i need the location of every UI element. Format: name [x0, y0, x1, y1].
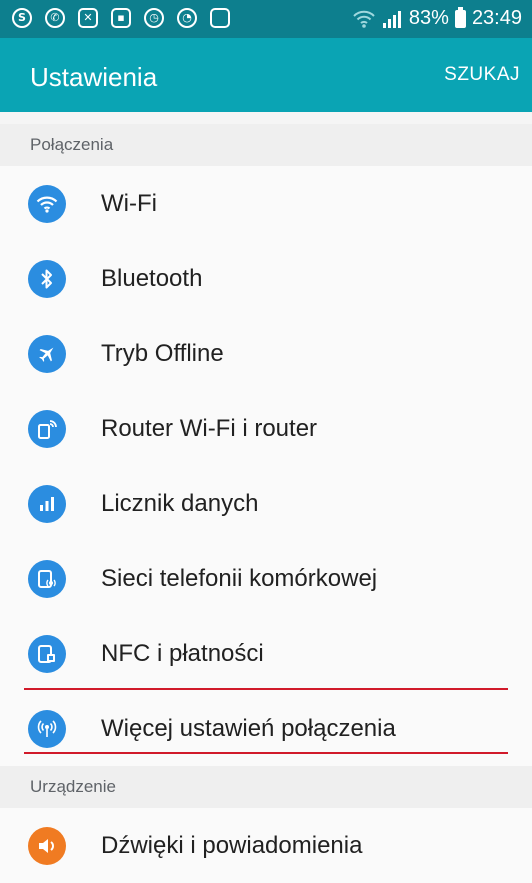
wifi-status-icon — [353, 10, 375, 28]
settings-item-label: Więcej ustawień połączenia — [101, 715, 396, 742]
settings-item-label: Licznik danych — [101, 490, 259, 517]
mobile-network-icon — [28, 560, 66, 598]
clipboard-icon — [210, 8, 230, 28]
sound-icon — [28, 827, 66, 865]
settings-item-wifi[interactable]: Wi-Fi — [0, 166, 532, 241]
settings-item-more-connections[interactable]: Więcej ustawień połączenia — [0, 688, 532, 766]
timer-icon: ◷ — [144, 8, 164, 28]
whatsapp-icon: ✆ — [45, 8, 65, 28]
battery-percent: 83% — [408, 7, 449, 29]
settings-item-bluetooth[interactable]: Bluetooth — [0, 241, 532, 316]
section-header-device: Urządzenie — [0, 766, 532, 808]
skype-icon: S — [12, 8, 32, 28]
highlight-line-top — [24, 688, 508, 690]
hotspot-icon — [28, 410, 66, 448]
search-button[interactable]: SZUKAJ — [444, 64, 520, 86]
page-title: Ustawienia — [30, 62, 158, 92]
settings-item-label: Dźwięki i powiadomienia — [101, 832, 363, 859]
alarm-icon: ◔ — [177, 8, 197, 28]
gallery-icon: ▪ — [111, 8, 131, 28]
settings-item-label: Bluetooth — [101, 265, 203, 292]
data-usage-icon — [28, 485, 66, 523]
app-bar: Ustawienia SZUKAJ — [0, 38, 532, 112]
settings-item-nfc[interactable]: NFC i płatności — [0, 616, 532, 691]
settings-item-sounds[interactable]: Dźwięki i powiadomienia — [0, 808, 532, 883]
system-status: 83% 23:49 — [353, 6, 522, 30]
signal-icon — [382, 10, 401, 28]
nfc-icon — [28, 635, 66, 673]
status-bar: S ✆ ✕ ▪ ◷ ◔ 83% 23:49 — [0, 0, 532, 38]
clock: 23:49 — [471, 7, 522, 29]
settings-item-label: Sieci telefonii komórkowej — [101, 565, 378, 592]
settings-item-data-usage[interactable]: Licznik danych — [0, 466, 532, 541]
mail-icon: ✕ — [78, 8, 98, 28]
settings-item-label: Wi-Fi — [101, 190, 157, 217]
wifi-icon — [28, 185, 66, 223]
settings-item-hotspot[interactable]: Router Wi-Fi i router — [0, 391, 532, 466]
bluetooth-icon — [28, 260, 66, 298]
more-connections-icon — [28, 710, 66, 748]
settings-list: Połączenia Wi-Fi Bluetooth Tryb Offline … — [0, 124, 532, 883]
settings-item-airplane-mode[interactable]: Tryb Offline — [0, 316, 532, 391]
notification-icons: S ✆ ✕ ▪ ◷ ◔ — [12, 8, 230, 28]
settings-item-label: Router Wi-Fi i router — [101, 415, 318, 442]
battery-icon — [454, 6, 466, 28]
settings-item-label: NFC i płatności — [101, 640, 264, 667]
highlight-line-bottom — [24, 752, 508, 754]
section-header-connections: Połączenia — [0, 124, 532, 166]
settings-item-label: Tryb Offline — [101, 340, 224, 367]
settings-item-mobile-networks[interactable]: Sieci telefonii komórkowej — [0, 541, 532, 616]
airplane-icon — [28, 335, 66, 373]
